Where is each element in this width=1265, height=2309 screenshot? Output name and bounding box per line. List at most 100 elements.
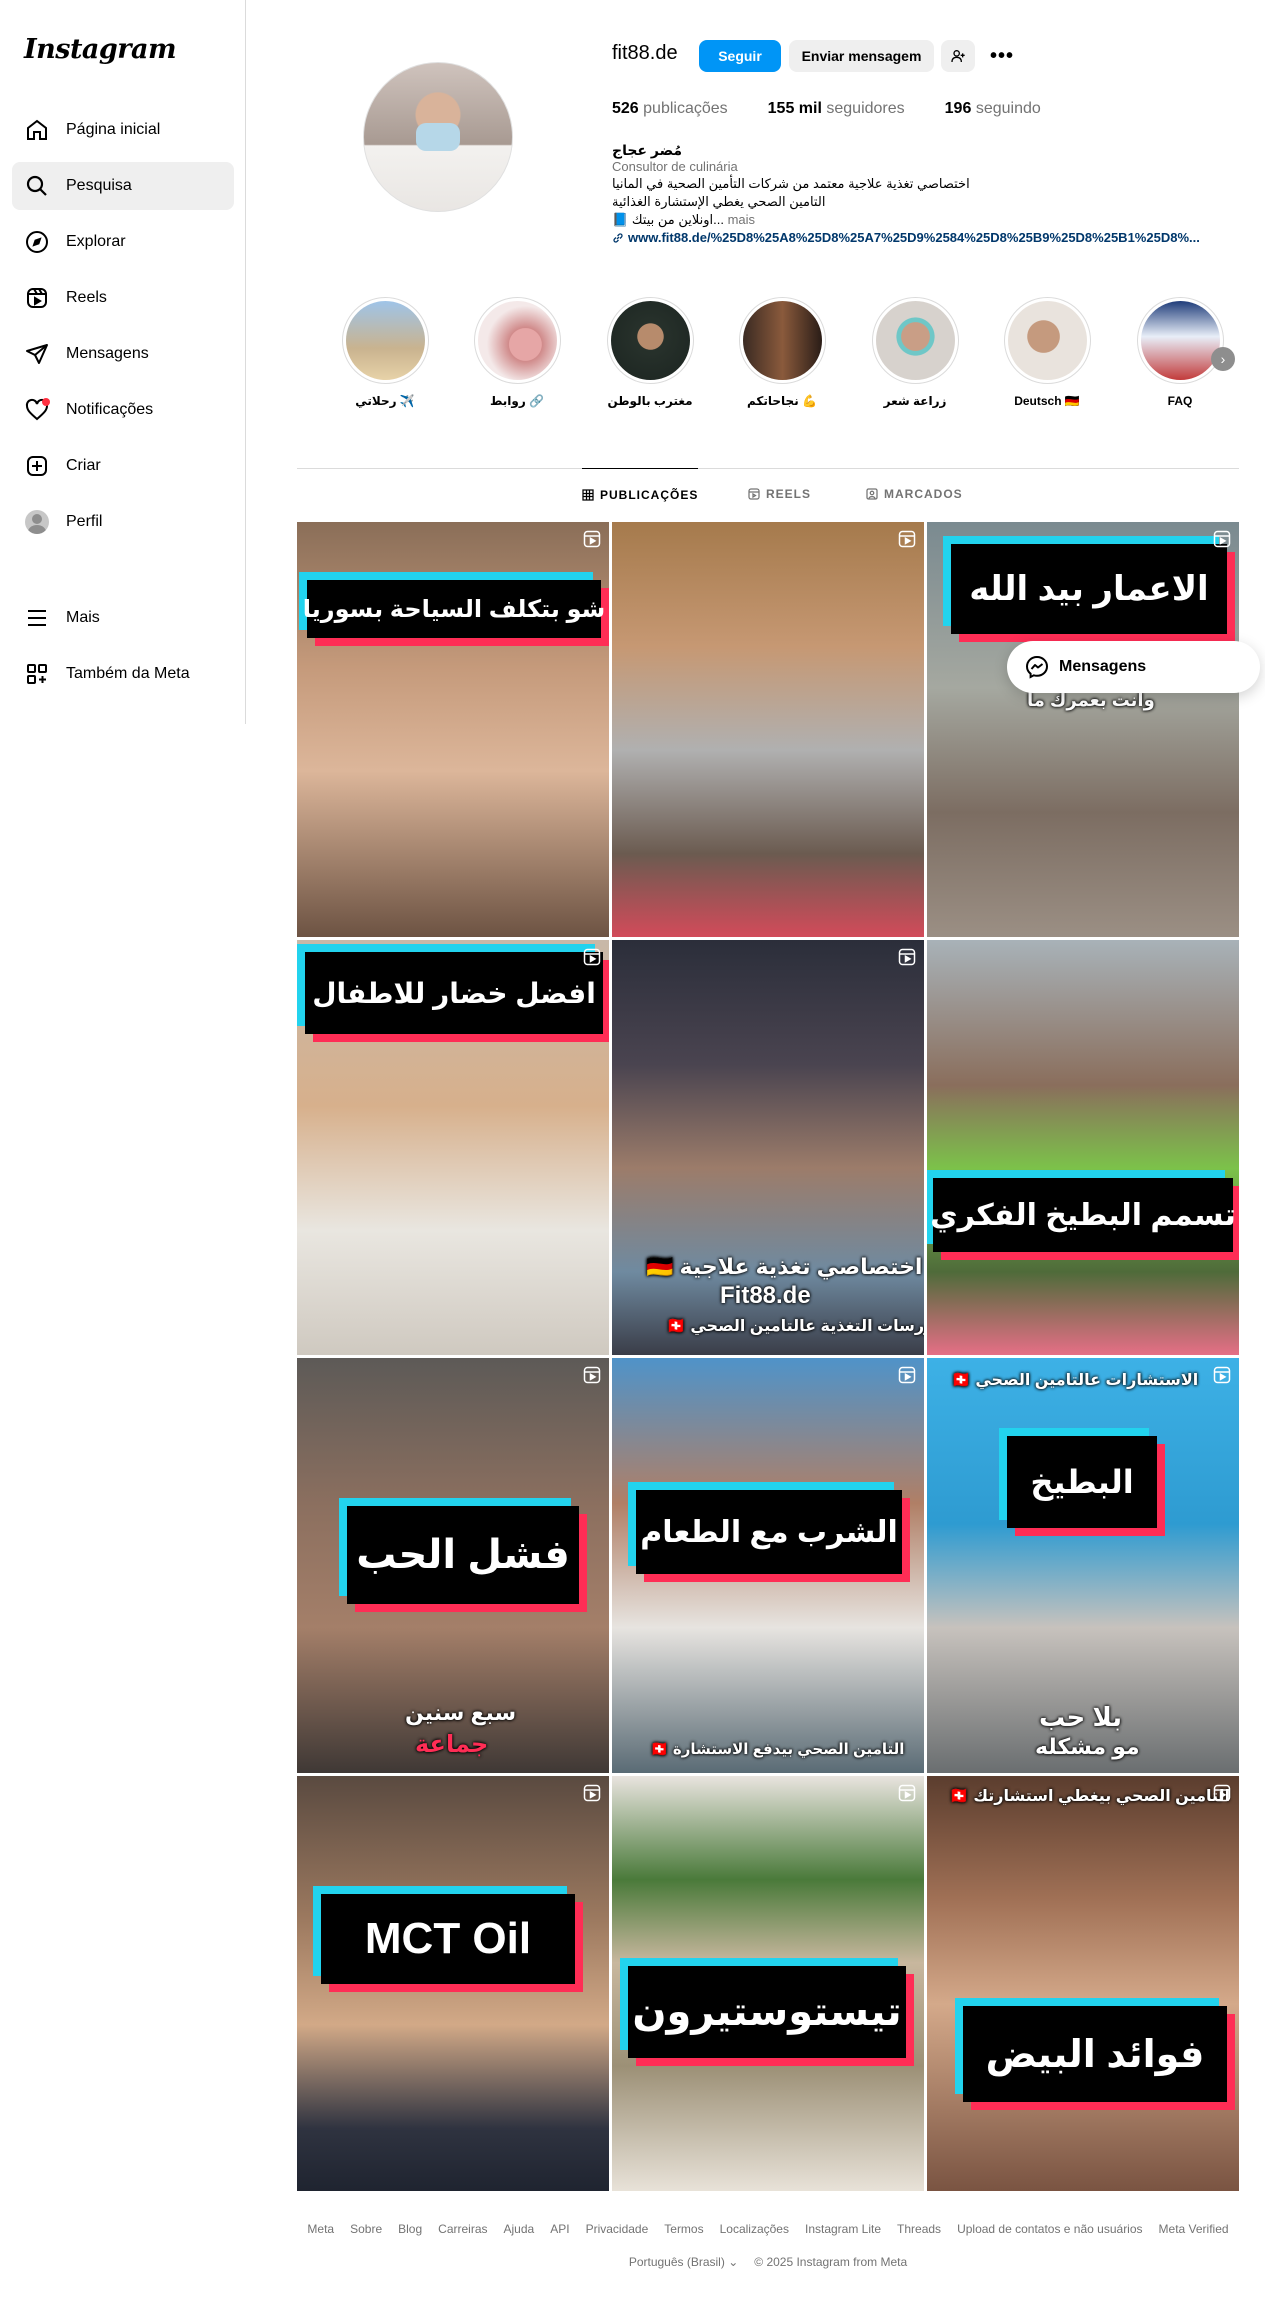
instagram-logo[interactable]: Instagram bbox=[24, 34, 177, 65]
footer-link[interactable]: API bbox=[550, 2222, 569, 2236]
post-item[interactable]: تيستوستيرون bbox=[612, 1776, 924, 2191]
post-subtitle: سبع سنين bbox=[405, 1700, 517, 1725]
post-subtitle: وانت بعمرك ما bbox=[1027, 690, 1155, 710]
reel-icon bbox=[583, 530, 601, 548]
bio-website-link[interactable]: www.fit88.de/%25D8%25A8%25D8%25A7%25D9%2… bbox=[612, 230, 1200, 245]
sidebar-item-meta[interactable]: Também da Meta bbox=[12, 650, 234, 698]
footer-link[interactable]: Privacidade bbox=[586, 2222, 649, 2236]
footer-link[interactable]: Threads bbox=[897, 2222, 941, 2236]
footer-link[interactable]: Ajuda bbox=[504, 2222, 535, 2236]
post-item[interactable]: الاعمار بيد الله وانت بعمرك ما bbox=[927, 522, 1239, 937]
highlight-item[interactable]: رحلاتي ✈️ bbox=[340, 297, 430, 408]
post-item[interactable] bbox=[612, 522, 924, 937]
language-select[interactable]: Português (Brasil) ⌄ bbox=[629, 2255, 738, 2269]
following-count[interactable]: 196 seguindo bbox=[945, 100, 1041, 118]
post-caption: الشرب مع الطعام bbox=[636, 1490, 902, 1574]
reel-icon bbox=[898, 1784, 916, 1802]
grid-icon bbox=[582, 488, 594, 501]
post-item[interactable]: الاستشارات عالتامين الصحي 🇨🇭 البطيخ بلا … bbox=[927, 1358, 1239, 1773]
footer-link[interactable]: Localizações bbox=[720, 2222, 789, 2236]
post-caption: البطيخ bbox=[1007, 1436, 1157, 1528]
footer-links: Meta Sobre Blog Carreiras Ajuda API Priv… bbox=[297, 2222, 1239, 2236]
post-item[interactable]: MCT Oil bbox=[297, 1776, 609, 2191]
heart-icon bbox=[24, 397, 50, 423]
highlight-label: زراعة شعر bbox=[883, 394, 947, 408]
post-caption: تيستوستيرون bbox=[628, 1966, 906, 2058]
sidebar-item-search[interactable]: Pesquisa bbox=[12, 162, 234, 210]
sidebar-item-create[interactable]: Criar bbox=[12, 442, 234, 490]
reel-icon bbox=[898, 530, 916, 548]
post-item[interactable]: اختصاصي تغذية علاجية 🇩🇪 Fit88.de كورسات … bbox=[612, 940, 924, 1355]
bio-line: 📘 اونلاين من بيتك... mais bbox=[612, 212, 756, 227]
footer-link[interactable]: Instagram Lite bbox=[805, 2222, 881, 2236]
tab-tagged[interactable]: MARCADOS bbox=[866, 468, 963, 520]
messenger-icon bbox=[1025, 655, 1049, 679]
sidebar-item-explore[interactable]: Explorar bbox=[12, 218, 234, 266]
reel-icon bbox=[1213, 530, 1231, 548]
post-subtitle: كورسات التغذية عالتامين الصحي 🇨🇭 bbox=[666, 1318, 924, 1335]
link-icon bbox=[613, 232, 623, 243]
bio-more-link[interactable]: mais bbox=[728, 212, 755, 227]
sidebar-item-profile[interactable]: Perfil bbox=[12, 498, 234, 546]
reel-icon bbox=[1213, 1366, 1231, 1384]
highlight-label: رحلاتي ✈️ bbox=[355, 394, 415, 408]
send-icon bbox=[24, 341, 50, 367]
sidebar-item-label: Mensagens bbox=[66, 345, 149, 362]
post-caption: MCT Oil bbox=[321, 1894, 575, 1984]
send-message-button[interactable]: Enviar mensagem bbox=[789, 40, 934, 72]
footer-link[interactable]: Meta Verified bbox=[1159, 2222, 1229, 2236]
copyright: © 2025 Instagram from Meta bbox=[754, 2255, 908, 2269]
post-item[interactable]: افضل خضار للاطفال bbox=[297, 940, 609, 1355]
profile-picture[interactable] bbox=[363, 62, 513, 212]
search-icon bbox=[24, 173, 50, 199]
sidebar-item-notifications[interactable]: Notificações bbox=[12, 386, 234, 434]
post-item[interactable]: التامين الصحي بيغطي استشارتك 🇨🇭 فوائد ال… bbox=[927, 1776, 1239, 2191]
post-caption: تسمم البطيخ الفكري bbox=[930, 1178, 1236, 1252]
post-item[interactable]: تسمم البطيخ الفكري bbox=[927, 940, 1239, 1355]
chevron-right-icon[interactable]: › bbox=[1211, 347, 1235, 371]
reel-icon bbox=[583, 1784, 601, 1802]
reel-icon bbox=[1213, 1784, 1231, 1802]
highlight-label: مغترب بالوطن bbox=[607, 394, 693, 408]
highlight-item[interactable]: زراعة شعر bbox=[870, 297, 960, 408]
highlight-item[interactable]: روابط 🔗 bbox=[472, 297, 562, 408]
post-caption: افضل خضار للاطفال bbox=[305, 952, 603, 1034]
highlight-item[interactable]: نجاحاتكم 💪 bbox=[737, 297, 827, 408]
tab-posts[interactable]: PUBLICAÇÕES bbox=[582, 468, 699, 520]
footer-link[interactable]: Termos bbox=[664, 2222, 703, 2236]
highlight-item[interactable]: Deutsch 🇩🇪 bbox=[1002, 297, 1092, 408]
bio-line: اختصاصي تغذية علاجية معتمد من شركات التأ… bbox=[612, 176, 970, 191]
options-button[interactable]: ••• bbox=[985, 40, 1019, 72]
sidebar-item-label: Explorar bbox=[66, 233, 126, 250]
plus-square-icon bbox=[24, 453, 50, 479]
add-user-icon bbox=[951, 50, 965, 63]
reel-icon bbox=[583, 1366, 601, 1384]
sidebar-item-label: Pesquisa bbox=[66, 177, 132, 194]
followers-count[interactable]: 155 mil seguidores bbox=[768, 100, 905, 118]
post-subtitle: Fit88.de bbox=[720, 1282, 811, 1309]
highlight-label: FAQ bbox=[1167, 394, 1193, 408]
footer-link[interactable]: Carreiras bbox=[438, 2222, 487, 2236]
suggest-users-button[interactable] bbox=[941, 40, 975, 72]
messages-floating-button[interactable]: Mensagens bbox=[1007, 641, 1260, 693]
highlight-item[interactable]: مغترب بالوطن bbox=[605, 297, 695, 408]
footer-link[interactable]: Meta bbox=[307, 2222, 334, 2236]
bio-name: مُضر عجاج bbox=[612, 142, 683, 158]
post-item[interactable]: الشرب مع الطعام التامين الصحي بيدفع الاس… bbox=[612, 1358, 924, 1773]
sidebar-item-messages[interactable]: Mensagens bbox=[12, 330, 234, 378]
footer-link[interactable]: Blog bbox=[398, 2222, 422, 2236]
footer-link[interactable]: Upload de contatos e não usuários bbox=[957, 2222, 1142, 2236]
sidebar-item-more[interactable]: Mais bbox=[12, 594, 234, 642]
tag-user-icon bbox=[866, 488, 878, 500]
tab-reels[interactable]: REELS bbox=[748, 468, 811, 520]
profile-username: fit88.de bbox=[612, 42, 678, 64]
follow-button[interactable]: Seguir bbox=[699, 40, 781, 72]
sidebar-item-home[interactable]: Página inicial bbox=[12, 106, 234, 154]
home-icon bbox=[24, 117, 50, 143]
post-item[interactable]: فشل الحب سبع سنين جماعة bbox=[297, 1358, 609, 1773]
sidebar-item-reels[interactable]: Reels bbox=[12, 274, 234, 322]
post-item[interactable]: شو بتكلف السياحة بسوريا bbox=[297, 522, 609, 937]
post-subtitle: جماعة bbox=[415, 1731, 489, 1758]
sidebar-item-label: Criar bbox=[66, 457, 101, 474]
footer-link[interactable]: Sobre bbox=[350, 2222, 382, 2236]
